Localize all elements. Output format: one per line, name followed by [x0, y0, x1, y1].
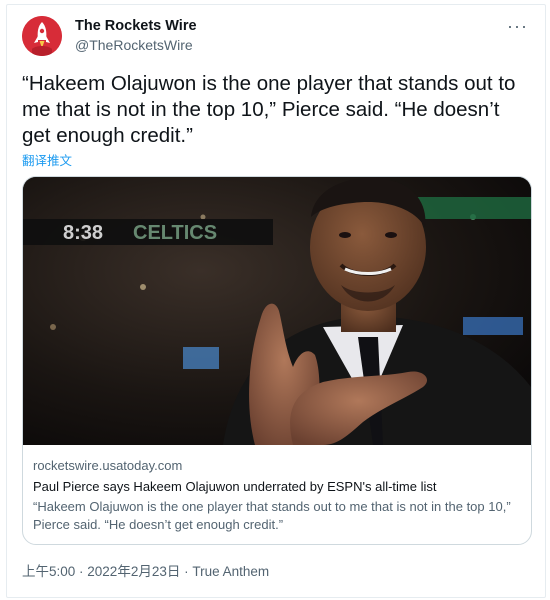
translate-tweet-link[interactable]: 翻译推文 [22, 150, 72, 169]
author-name[interactable]: The Rockets Wire [75, 18, 197, 34]
photo-clapping-man: 8:38 CELTICS [23, 177, 531, 445]
meta-separator: · [75, 564, 88, 579]
card-domain: rocketswire.usatoday.com [33, 458, 183, 473]
svg-text:CELTICS: CELTICS [133, 222, 217, 244]
svg-text:8:38: 8:38 [63, 222, 103, 244]
author-handle[interactable]: @TheRocketsWire [75, 37, 193, 53]
link-preview-card[interactable]: 8:38 CELTICS rocketswire.usatoday.com Pa… [22, 176, 532, 545]
tweet-text: “Hakeem Olajuwon is the one player that … [22, 72, 516, 147]
tweet-date[interactable]: 2022年2月23日 [87, 564, 180, 579]
meta-separator-2: · [180, 564, 193, 579]
card-text: rocketswire.usatoday.com Paul Pierce say… [33, 458, 523, 534]
card-description: “Hakeem Olajuwon is the one player that … [33, 499, 511, 532]
card-title: Paul Pierce says Hakeem Olajuwon underra… [33, 479, 437, 494]
card-image[interactable]: 8:38 CELTICS [23, 177, 531, 445]
tweet-metadata: 上午5:00 · 2022年2月23日 · True Anthem [22, 560, 269, 580]
tweet-header: The Rockets Wire @TheRocketsWire ··· [22, 16, 532, 64]
more-options-icon[interactable]: ··· [507, 16, 528, 37]
tweet-source[interactable]: True Anthem [192, 564, 269, 579]
avatar[interactable] [22, 16, 62, 56]
rocket-icon [22, 16, 62, 56]
tweet-time[interactable]: 上午5:00 [22, 564, 75, 579]
